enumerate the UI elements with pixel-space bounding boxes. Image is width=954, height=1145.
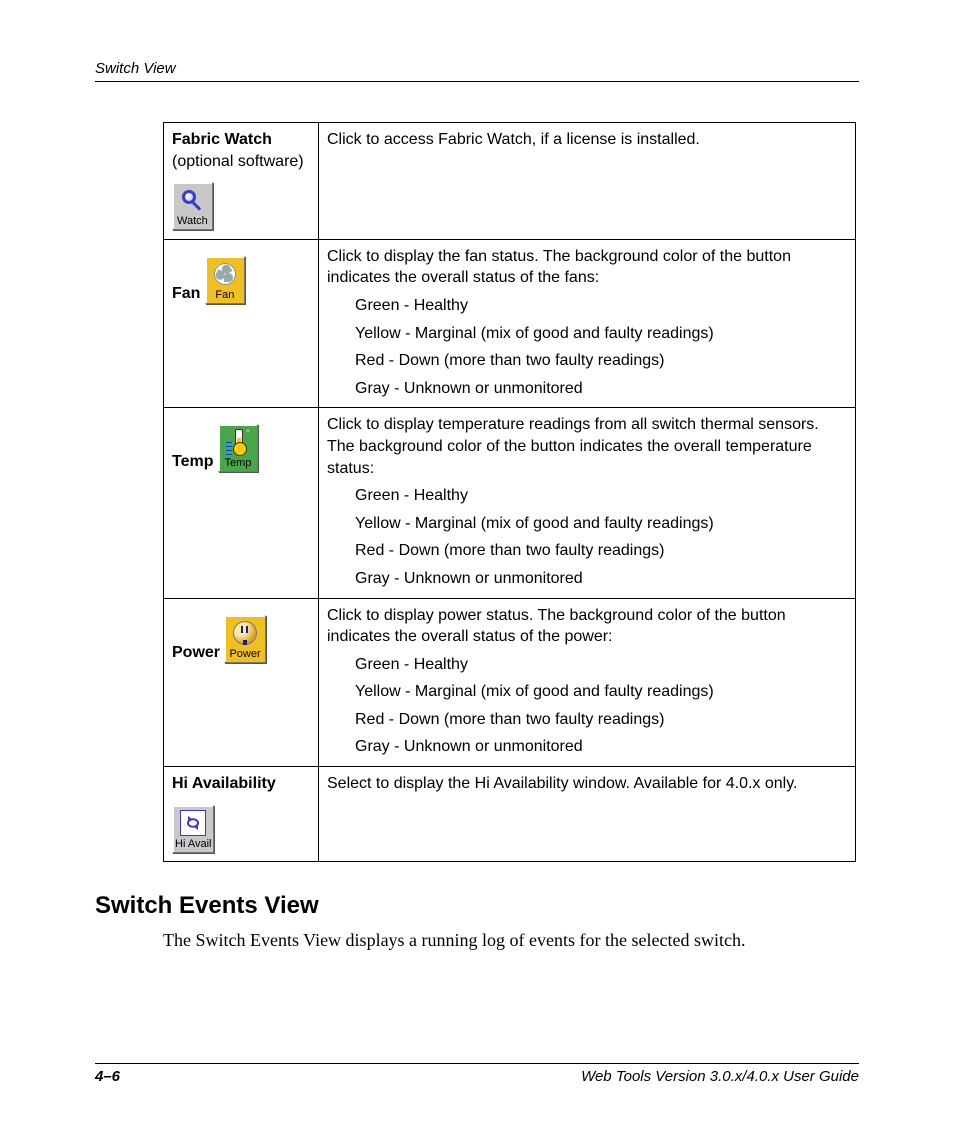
hi-avail-icon [175, 809, 211, 837]
desc-text: Click to access Fabric Watch, if a licen… [327, 131, 700, 148]
row-subtitle: (optional software) [172, 153, 304, 170]
table-row: Hi Availability Hi Avail [164, 767, 856, 862]
feature-table: Fabric Watch (optional software) Watch C… [163, 122, 856, 862]
table-row: Temp ° Temp Click to display temperature… [164, 408, 856, 598]
table-row: Fabric Watch (optional software) Watch C… [164, 123, 856, 240]
cell-hiavail-left: Hi Availability Hi Avail [164, 767, 319, 862]
row-title: Hi Availability [172, 775, 276, 792]
cell-hiavail-desc: Select to display the Hi Availability wi… [319, 767, 856, 862]
cell-temp-desc: Click to display temperature readings fr… [319, 408, 856, 598]
row-title: Temp [172, 453, 213, 470]
status-item: Yellow - Marginal (mix of good and fault… [355, 323, 847, 345]
thermometer-icon: ° [223, 428, 253, 456]
magnifier-icon [177, 186, 208, 214]
status-list: Green - Healthy Yellow - Marginal (mix o… [355, 295, 847, 399]
running-header: Switch View [95, 60, 859, 82]
guide-title: Web Tools Version 3.0.x/4.0.x User Guide [581, 1068, 859, 1085]
status-item: Gray - Unknown or unmonitored [355, 378, 847, 400]
row-title: Power [172, 644, 220, 661]
table-row: Power Power Click to display power statu… [164, 598, 856, 767]
cell-fan-desc: Click to display the fan status. The bac… [319, 239, 856, 408]
row-title: Fan [172, 285, 200, 302]
temp-button: ° Temp [218, 424, 258, 472]
fan-icon [210, 260, 240, 288]
desc-text: Click to display the fan status. The bac… [327, 246, 847, 289]
fan-button: Fan [205, 256, 245, 304]
plug-icon [229, 619, 260, 647]
desc-text: Click to display power status. The backg… [327, 605, 847, 648]
cell-fabric-left: Fabric Watch (optional software) Watch [164, 123, 319, 240]
icon-label: Temp [223, 458, 253, 469]
status-item: Green - Healthy [355, 654, 847, 676]
status-item: Green - Healthy [355, 485, 847, 507]
cell-fan-left: Fan Fan [164, 239, 319, 408]
power-button: Power [224, 615, 265, 663]
status-item: Red - Down (more than two faulty reading… [355, 709, 847, 731]
section-paragraph: The Switch Events View displays a runnin… [163, 930, 859, 951]
status-item: Green - Healthy [355, 295, 847, 317]
status-item: Yellow - Marginal (mix of good and fault… [355, 513, 847, 535]
page-footer: 4–6 Web Tools Version 3.0.x/4.0.x User G… [95, 1063, 859, 1085]
document-page: Switch View Fabric Watch (optional softw… [0, 0, 954, 1145]
hi-avail-button: Hi Avail [172, 805, 214, 853]
row-title: Fabric Watch [172, 131, 272, 148]
icon-label: Hi Avail [175, 839, 211, 850]
cell-temp-left: Temp ° Temp [164, 408, 319, 598]
status-list: Green - Healthy Yellow - Marginal (mix o… [355, 485, 847, 589]
status-item: Yellow - Marginal (mix of good and fault… [355, 681, 847, 703]
table-row: Fan Fan Click to display the fan status.… [164, 239, 856, 408]
watch-button: Watch [172, 182, 213, 230]
status-item: Gray - Unknown or unmonitored [355, 568, 847, 590]
cell-fabric-desc: Click to access Fabric Watch, if a licen… [319, 123, 856, 240]
status-item: Gray - Unknown or unmonitored [355, 736, 847, 758]
desc-text: Select to display the Hi Availability wi… [327, 775, 797, 792]
page-number: 4–6 [95, 1068, 120, 1085]
icon-label: Power [229, 649, 260, 660]
desc-text: Click to display temperature readings fr… [327, 414, 847, 479]
cell-power-desc: Click to display power status. The backg… [319, 598, 856, 767]
icon-label: Watch [177, 216, 208, 227]
status-item: Red - Down (more than two faulty reading… [355, 350, 847, 372]
section-heading: Switch Events View [95, 892, 859, 920]
icon-label: Fan [210, 290, 240, 301]
cell-power-left: Power Power [164, 598, 319, 767]
status-item: Red - Down (more than two faulty reading… [355, 540, 847, 562]
status-list: Green - Healthy Yellow - Marginal (mix o… [355, 654, 847, 758]
